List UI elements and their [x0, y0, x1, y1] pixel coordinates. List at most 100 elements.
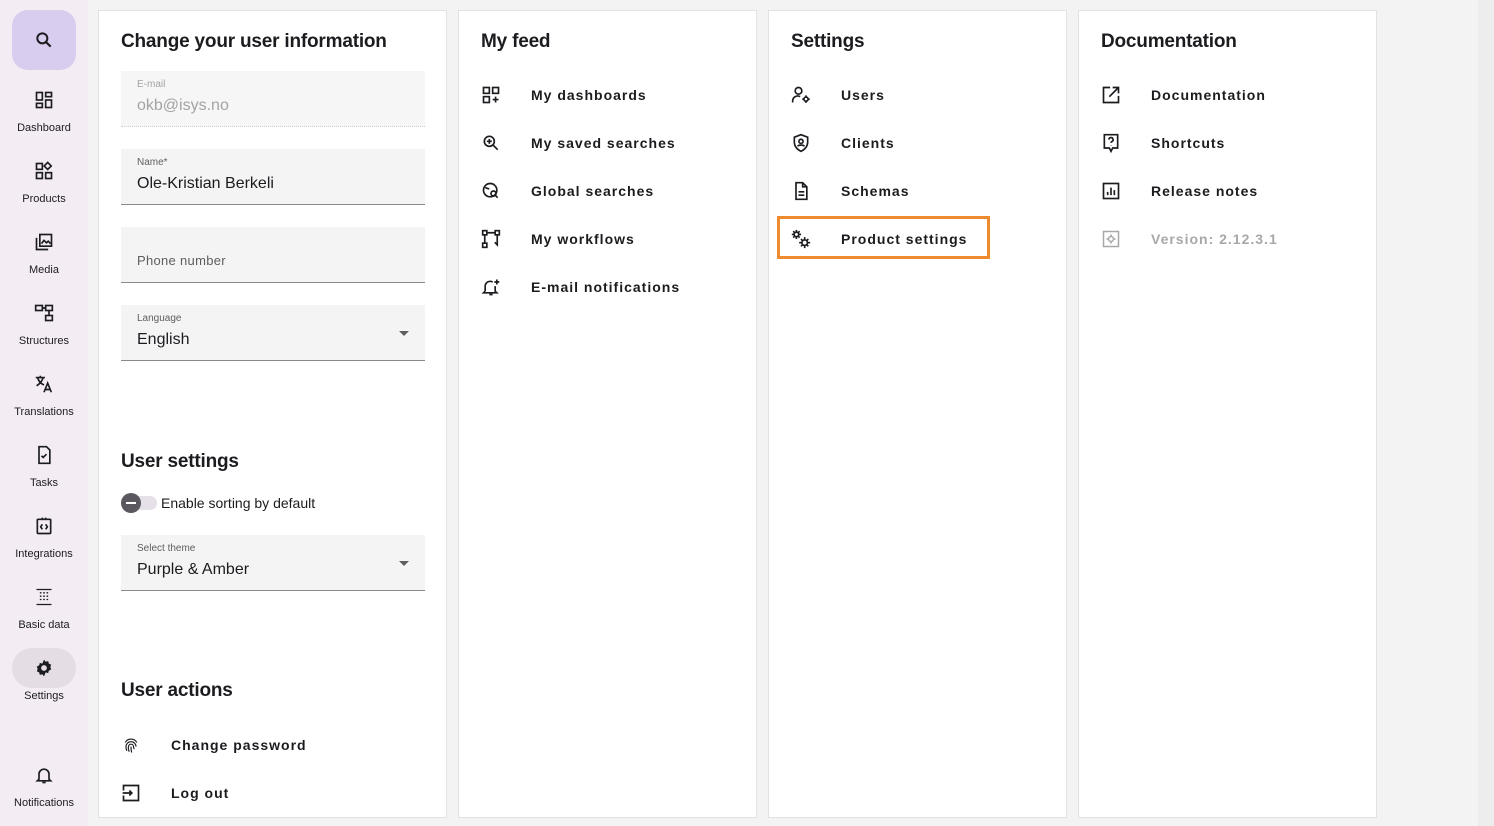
documentation-item-label: Documentation — [1151, 87, 1266, 103]
log-out-label: Log out — [171, 785, 230, 801]
settings-item-label: Clients — [841, 135, 895, 151]
bell-add-icon — [471, 267, 511, 307]
open-in-new-icon — [1091, 75, 1131, 115]
name-field[interactable]: Name* Ole-Kristian Berkeli — [121, 149, 425, 205]
sidebar-item-media[interactable]: Media — [0, 222, 88, 276]
email-field-value: okb@isys.no — [137, 97, 229, 114]
phone-field[interactable]: Phone number — [121, 227, 425, 283]
sidebar-item-notifications[interactable]: Notifications — [0, 755, 88, 809]
feed-item-label: My dashboards — [531, 87, 647, 103]
sorting-toggle-label: Enable sorting by default — [161, 495, 316, 511]
documentation-link[interactable]: Documentation — [1091, 75, 1266, 115]
sorting-toggle[interactable]: Enable sorting by default — [121, 493, 316, 513]
chart-icon — [1091, 171, 1131, 211]
settings-item-label: Users — [841, 87, 885, 103]
documentation-card: Documentation Documentation Shortcuts Re… — [1078, 10, 1377, 818]
sidebar-item-label: Settings — [24, 690, 64, 702]
workflow-icon — [471, 219, 511, 259]
name-field-value: Ole-Kristian Berkeli — [137, 175, 274, 192]
clients-link[interactable]: Clients — [781, 123, 895, 163]
feed-item-label: Global searches — [531, 183, 655, 199]
zoom-in-icon — [471, 123, 511, 163]
gear-icon — [12, 648, 76, 688]
dashboard-icon — [12, 80, 76, 120]
help-icon — [1091, 123, 1131, 163]
settings-title: Settings — [791, 31, 865, 52]
bell-icon — [12, 755, 76, 795]
sidebar-item-label: Tasks — [29, 477, 59, 489]
integrations-icon — [12, 506, 76, 546]
sidebar-item-tasks[interactable]: Tasks — [0, 435, 88, 489]
sidebar-item-label: Basic data — [18, 619, 70, 631]
scrollbar-thumb[interactable] — [1478, 0, 1494, 826]
version-label: Version: 2.12.3.1 — [1151, 231, 1278, 247]
sidebar-item-translations[interactable]: Translations — [0, 364, 88, 418]
shield-icon — [781, 123, 821, 163]
document-icon — [781, 171, 821, 211]
travel-explore-icon — [471, 171, 511, 211]
user-actions-title: User actions — [121, 680, 233, 701]
documentation-item-label: Shortcuts — [1151, 135, 1226, 151]
log-out-button[interactable]: Log out — [111, 773, 229, 813]
email-notifications-link[interactable]: E-mail notifications — [471, 267, 680, 307]
settings-item-label: Schemas — [841, 183, 910, 199]
language-select-label: Language — [137, 313, 182, 324]
my-workflows-link[interactable]: My workflows — [471, 219, 635, 259]
basic-data-icon — [12, 577, 76, 617]
sidebar-item-label: Notifications — [14, 797, 74, 809]
fingerprint-icon — [111, 725, 151, 765]
sidebar-item-settings[interactable]: Settings — [0, 648, 88, 702]
global-searches-link[interactable]: Global searches — [471, 171, 654, 211]
structures-icon — [12, 293, 76, 333]
sidebar-item-label: Integrations — [15, 548, 73, 560]
sidebar-item-products[interactable]: Products — [0, 151, 88, 205]
sidebar-item-label: Products — [22, 193, 66, 205]
task-icon — [12, 435, 76, 475]
shortcuts-link[interactable]: Shortcuts — [1091, 123, 1225, 163]
dropdown-arrow-icon — [399, 331, 409, 336]
sidebar-item-label: Translations — [14, 406, 74, 418]
feed-item-label: E-mail notifications — [531, 279, 681, 295]
theme-select-label: Select theme — [137, 543, 196, 554]
sidebar-item-integrations[interactable]: Integrations — [0, 506, 88, 560]
toggle-thumb-icon — [121, 493, 141, 513]
users-link[interactable]: Users — [781, 75, 885, 115]
logout-icon — [111, 773, 151, 813]
language-select-value: English — [137, 331, 190, 348]
dashboard-add-icon — [471, 75, 511, 115]
change-password-label: Change password — [171, 737, 307, 753]
my-feed-title: My feed — [481, 31, 551, 52]
my-saved-searches-link[interactable]: My saved searches — [471, 123, 676, 163]
name-field-label: Name* — [137, 157, 168, 168]
feed-item-label: My saved searches — [531, 135, 676, 151]
theme-select[interactable]: Select theme Purple & Amber — [121, 535, 425, 591]
email-field-label: E-mail — [137, 79, 166, 90]
page-scrollbar[interactable] — [1478, 0, 1494, 826]
change-password-button[interactable]: Change password — [111, 725, 307, 765]
feed-item-label: My workflows — [531, 231, 635, 247]
main-content: Change your user information E-mail okb@… — [88, 0, 1478, 826]
user-info-card: Change your user information E-mail okb@… — [98, 10, 447, 818]
settings-box-icon — [1091, 219, 1131, 259]
manage-accounts-icon — [781, 75, 821, 115]
release-notes-link[interactable]: Release notes — [1091, 171, 1258, 211]
sidebar-item-dashboard[interactable]: Dashboard — [0, 80, 88, 134]
documentation-item-label: Release notes — [1151, 183, 1259, 199]
sidebar-item-basic-data[interactable]: Basic data — [0, 577, 88, 631]
version-info: Version: 2.12.3.1 — [1091, 219, 1278, 259]
language-select[interactable]: Language English — [121, 305, 425, 361]
my-feed-card: My feed My dashboards My saved searches … — [458, 10, 757, 818]
toggle-track — [121, 493, 157, 513]
search-button[interactable] — [12, 10, 76, 70]
user-settings-title: User settings — [121, 451, 239, 472]
schemas-link[interactable]: Schemas — [781, 171, 909, 211]
my-dashboards-link[interactable]: My dashboards — [471, 75, 647, 115]
media-icon — [12, 222, 76, 262]
phone-field-placeholder: Phone number — [137, 253, 226, 268]
products-icon — [12, 151, 76, 191]
sidebar-item-structures[interactable]: Structures — [0, 293, 88, 347]
email-field: E-mail okb@isys.no — [121, 71, 425, 127]
sidebar: Dashboard Products Media Structures Tran… — [0, 0, 88, 826]
translate-icon — [12, 364, 76, 404]
sidebar-item-label: Dashboard — [17, 122, 71, 134]
